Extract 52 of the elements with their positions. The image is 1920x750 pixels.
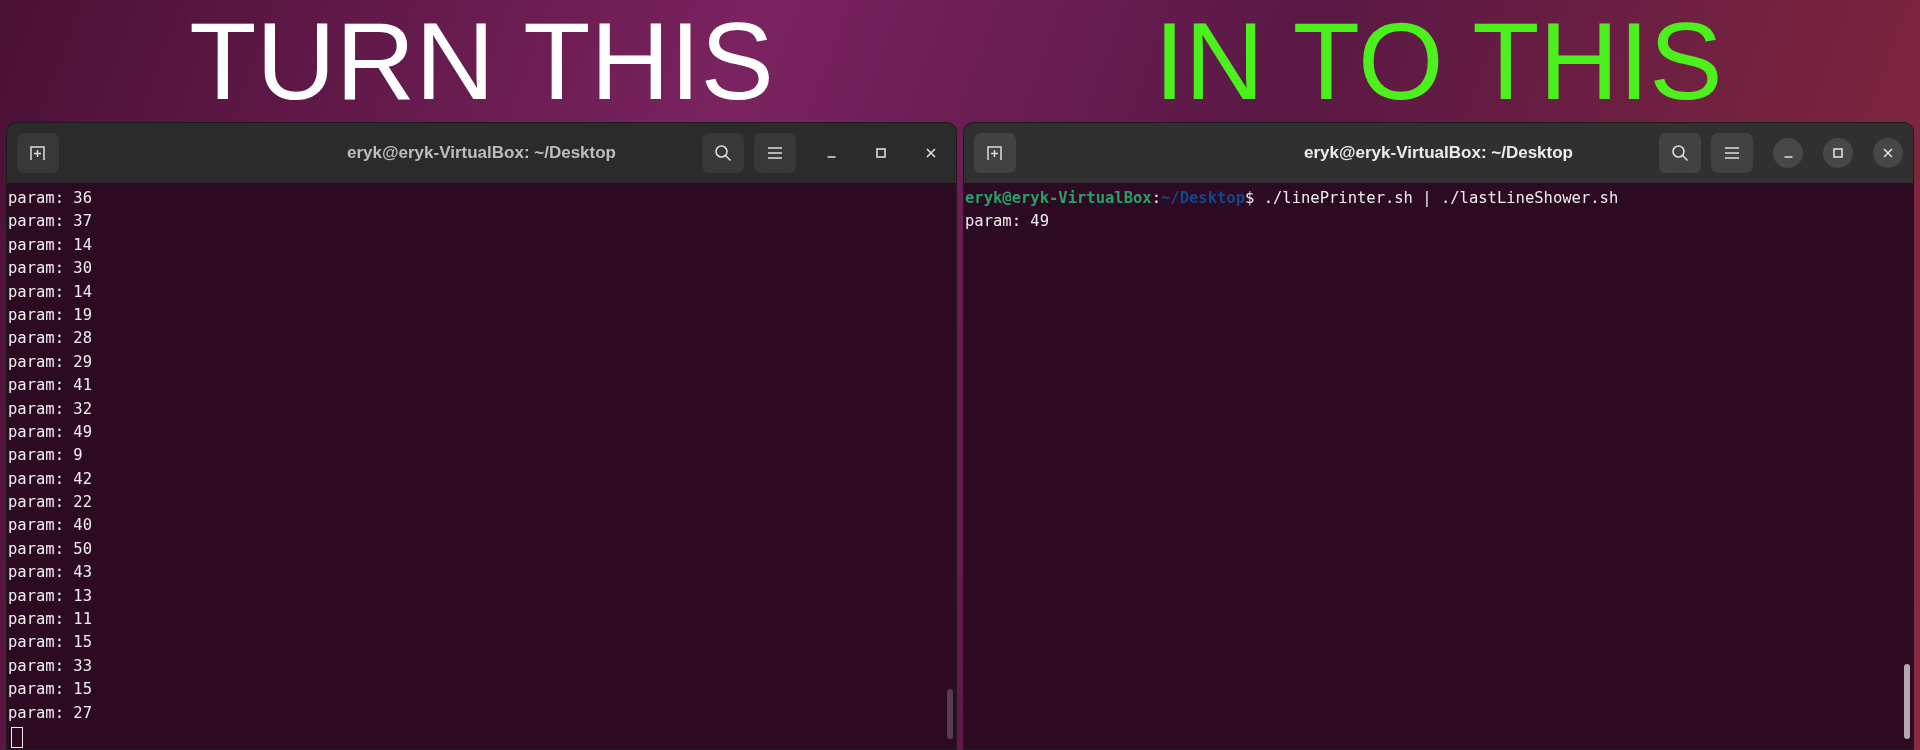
maximize-icon <box>1832 147 1844 159</box>
search-button[interactable] <box>1659 133 1701 173</box>
terminal-output-line: param: 27 <box>8 702 92 724</box>
close-button[interactable] <box>1873 138 1903 168</box>
terminal-output-line: param: 40 <box>8 515 92 537</box>
menu-button[interactable] <box>1711 133 1753 173</box>
terminal-output-line: param: 43 <box>8 562 92 584</box>
prompt-line: eryk@eryk-VirtualBox:~/Desktop$ ./linePrinter.sh | ./lastLineShower.sh <box>965 188 1619 209</box>
terminal-output-line: param: 50 <box>8 538 92 560</box>
menu-button[interactable] <box>754 133 796 173</box>
close-icon <box>925 147 937 159</box>
search-button[interactable] <box>702 133 744 173</box>
terminal-output-line: param: 15 <box>8 632 92 654</box>
minimize-icon <box>1783 156 1793 158</box>
terminal-output-line: param: 14 <box>8 281 92 303</box>
new-tab-icon <box>29 144 47 162</box>
search-icon <box>714 144 732 162</box>
terminal-output-line: param: 15 <box>8 679 92 701</box>
terminal-output-line: param: 37 <box>8 211 92 233</box>
scrollbar[interactable] <box>947 689 953 739</box>
window-title: eryk@eryk-VirtualBox: ~/Desktop <box>347 143 616 163</box>
terminal-output-line: param: 30 <box>8 258 92 280</box>
terminal-output-line: param: 36 <box>8 188 92 209</box>
close-icon <box>1882 147 1894 159</box>
terminal-output-line: param: 22 <box>8 492 92 514</box>
banner-heading: TURN THIS <box>189 6 774 116</box>
terminal-output-line: param: 33 <box>8 655 92 677</box>
terminal-output-line: param: 14 <box>8 234 92 256</box>
minimize-icon <box>826 156 836 158</box>
terminal-output-line: param: 49 <box>8 421 92 443</box>
terminal-output-line: param: 49 <box>965 211 1049 233</box>
terminal-output-line: param: 41 <box>8 375 92 397</box>
banner-heading: IN TO THIS <box>1154 6 1723 116</box>
new-tab-button[interactable] <box>17 133 59 173</box>
window-title: eryk@eryk-VirtualBox: ~/Desktop <box>1304 143 1573 163</box>
maximize-icon <box>875 147 887 159</box>
terminal-output-line: param: 13 <box>8 585 92 607</box>
terminal-output-line: param: 28 <box>8 328 92 350</box>
scrollbar[interactable] <box>1904 664 1910 739</box>
terminal-output-line: param: 19 <box>8 304 92 326</box>
terminal-output-line: param: 29 <box>8 351 92 373</box>
terminal-output-line: param: 11 <box>8 609 92 631</box>
menu-icon <box>1724 146 1740 160</box>
maximize-button[interactable] <box>1823 138 1853 168</box>
new-tab-button[interactable] <box>974 133 1016 173</box>
terminal-output-line: param: 9 <box>8 445 83 467</box>
menu-icon <box>767 146 783 160</box>
terminal-output-line: param: 32 <box>8 398 92 420</box>
new-tab-icon <box>986 144 1004 162</box>
text-cursor <box>11 727 23 748</box>
terminal-output-line: param: 42 <box>8 468 92 490</box>
search-icon <box>1671 144 1689 162</box>
